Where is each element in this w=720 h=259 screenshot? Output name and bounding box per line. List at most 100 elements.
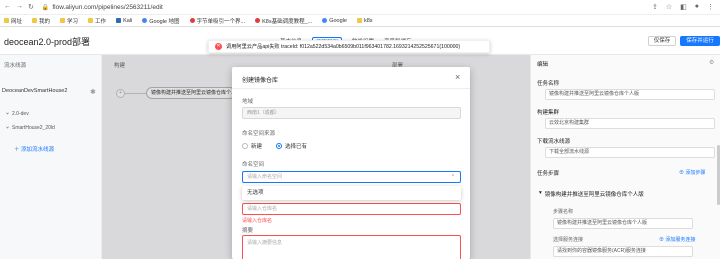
radio-new-label: 新建 [251, 144, 263, 150]
bookmark-item[interactable]: 字节单吸引一个界... [189, 17, 246, 25]
back-icon[interactable]: ← [4, 3, 11, 11]
browser-nav: ← → ↻ [0, 3, 34, 11]
url-field[interactable]: 🔒 flow.aliyun.com/pipelines/2563211/edit [42, 4, 163, 11]
task-name-label: 任务名称 [537, 81, 560, 87]
bookmark-item[interactable]: 工作 [88, 17, 106, 25]
modal-divider [232, 88, 470, 89]
region-label: 地域 [242, 99, 254, 105]
task-name-input[interactable]: 镜像构建并推送至阿里云镜像仓库个人版 [545, 89, 715, 100]
summary-placeholder: 请输入摘要信息 [247, 240, 283, 246]
error-icon: ✕ [215, 43, 222, 50]
toast-message: 调用阿里云产品api失败 traceId: f012a522d534a0b650… [226, 44, 461, 50]
create-repo-modal: 创建镜像仓库 × 地域 西南1（成都） 命名空间来源 新建 选择已有 命名空间 … [232, 67, 470, 259]
error-toast: ✕ 调用阿里云产品api失败 traceId: f012a522d534a0b6… [208, 40, 490, 53]
repo-name-placeholder: 请输入仓库名 [247, 206, 278, 212]
branch-label: SmartHouse2_20ld [12, 125, 55, 131]
bookmark-label: 工作 [95, 18, 107, 25]
namespace-placeholder: 请输入命名空间 [247, 174, 283, 180]
download-source-label: 下载流水线源 [537, 139, 571, 145]
radio-existing[interactable]: 选择已有 [276, 142, 307, 150]
namespace-select[interactable]: 请输入命名空间 ⌃ [242, 171, 461, 183]
profile-icon[interactable]: ● [695, 3, 699, 11]
add-step-label: 添加步骤 [685, 170, 706, 176]
add-service-connection-label: 添加服务连接 [665, 237, 696, 243]
bookmark-label: Google [329, 17, 347, 24]
bookmark-item[interactable]: Google 地图 [142, 17, 180, 25]
namespace-dropdown: 无选项 [242, 186, 461, 200]
source-repo[interactable]: DeoceanDevSmartHouse2 [2, 88, 67, 94]
gear-icon[interactable]: ⚙ [709, 59, 714, 66]
bookmark-label: K8s基础调度教程_... [262, 18, 313, 25]
bookmark-label: 我的 [39, 18, 51, 25]
bookmark-label: 网址 [11, 18, 23, 25]
bookmark-item[interactable]: Kali [116, 18, 132, 24]
menu-icon[interactable]: ⋮ [707, 3, 714, 11]
build-cluster-select[interactable]: 云效北京构建集群 [545, 118, 715, 129]
bookmark-item[interactable]: K8s基础调度教程_... [255, 17, 312, 25]
add-source-button[interactable]: ＋ 添加流水线源 [14, 145, 54, 153]
bookmark-label: Google 地图 [149, 18, 180, 25]
summary-textarea[interactable]: 请输入摘要信息 [242, 235, 461, 259]
bookmark-label: Kali [123, 17, 133, 24]
google-icon [322, 18, 328, 23]
pin-icon[interactable]: ✱ [90, 88, 96, 96]
add-service-connection-button[interactable]: ⊕ 添加服务连接 [659, 236, 695, 243]
region-select: 西南1（成都） [242, 107, 461, 119]
service-connection-select[interactable]: 请找到你的容器镜像服务(ACR)服务连接 [553, 246, 693, 257]
page-title: deocean2.0-prod部署 [4, 37, 91, 47]
plus-icon: ＋ [14, 147, 22, 153]
browser-tools: ⇪ ☆ ◧ ● ⋮ [652, 3, 720, 11]
edit-tab[interactable]: 编辑 [537, 60, 548, 68]
branch-item: ⑂ 2.0-dev [6, 111, 29, 117]
source-column-heading: 流水线源 [4, 63, 27, 69]
download-source-select[interactable]: 下载全部流水线源 [545, 147, 715, 158]
repo-name-error: 请输入仓库名 [242, 218, 273, 224]
share-icon[interactable]: ⇪ [652, 3, 658, 11]
browser-address-bar: ← → ↻ 🔒 flow.aliyun.com/pipelines/256321… [0, 0, 720, 15]
region-value: 西南1（成都） [247, 110, 280, 116]
build-cluster-label: 构建集群 [537, 110, 560, 116]
folder-icon [60, 18, 66, 23]
lock-icon: 🔒 [41, 4, 50, 11]
repo-name-input[interactable]: 请输入仓库名 [242, 203, 461, 215]
branch-icon: ⑂ [6, 125, 10, 131]
task-steps-label: 任务步骤 [537, 171, 560, 177]
bookmark-item[interactable]: 学习 [60, 17, 78, 25]
forward-icon[interactable]: → [16, 3, 23, 11]
ns-source-radios: 新建 选择已有 [242, 142, 307, 150]
namespace-label: 命名空间 [242, 162, 265, 168]
folder-icon [4, 18, 9, 23]
radio-new[interactable]: 新建 [242, 142, 262, 150]
modal-title: 创建镜像仓库 [242, 78, 279, 84]
page-icon [189, 18, 195, 23]
add-step-button[interactable]: ⊕ 添加步骤 [679, 169, 705, 176]
bookmark-item[interactable]: 我的 [32, 17, 50, 25]
bookmark-item[interactable]: Google [322, 18, 347, 24]
save-and-run-button[interactable]: 保存并运行 [680, 36, 720, 46]
close-icon[interactable]: × [455, 72, 460, 82]
step-item[interactable]: ▾ 镜像构建并推送至阿里云镜像仓库个人版 [539, 190, 644, 198]
service-connection-label: 选择服务连接 [553, 237, 584, 243]
step-name-label: 步骤名称 [553, 209, 574, 215]
extensions-icon[interactable]: ◧ [680, 3, 687, 11]
reload-icon[interactable]: ↻ [28, 3, 34, 11]
summary-label: 摘要 [242, 228, 254, 234]
star-icon[interactable]: ☆ [666, 3, 672, 11]
bookmark-label: 学习 [67, 18, 79, 25]
step-title: 镜像构建并推送至阿里云镜像仓库个人版 [544, 192, 644, 198]
chevron-down-icon: ▾ [539, 190, 542, 196]
branch-label: 2.0-dev [12, 111, 29, 117]
save-only-button[interactable]: 仅保存 [648, 36, 676, 46]
radio-existing-label: 选择已有 [285, 144, 308, 150]
bookmark-item[interactable]: k8s [356, 18, 373, 24]
bookmark-label: 字节单吸引一个界... [196, 18, 246, 25]
chevron-up-icon: ⌃ [450, 174, 455, 180]
bookmark-item[interactable]: 网址 [4, 17, 22, 25]
dropdown-empty-text: 无选项 [247, 190, 264, 196]
ns-source-label: 命名空间来源 [242, 131, 276, 137]
pipeline-source-panel: 流水线源 DeoceanDevSmartHouse2 ✱ ⑂ 2.0-dev ⑂ S… [0, 55, 102, 259]
radio-checked-icon [276, 143, 283, 149]
branch-icon: ⑂ [6, 111, 10, 117]
step-name-input[interactable]: 镜像构建并推送至阿里云镜像仓库个人版 [553, 218, 693, 229]
url-text[interactable]: flow.aliyun.com/pipelines/2563211/edit [52, 4, 162, 11]
